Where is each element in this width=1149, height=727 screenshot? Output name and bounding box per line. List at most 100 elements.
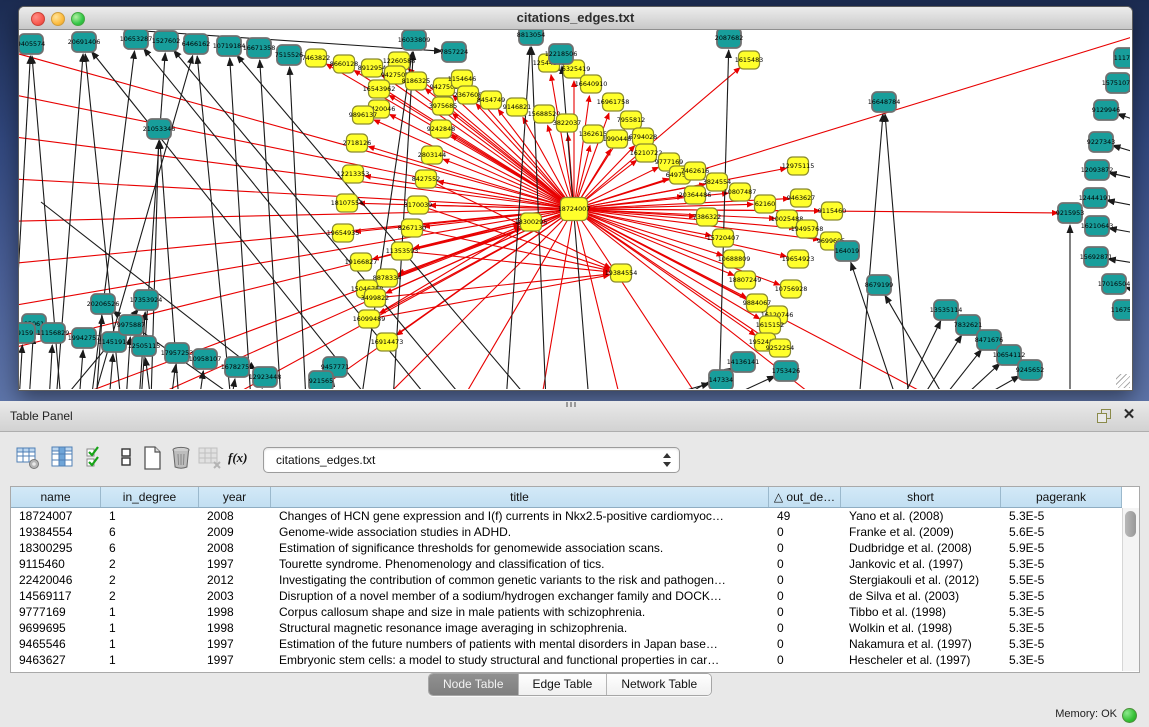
graph-node[interactable]: 12213353 <box>337 165 370 183</box>
column-header-name[interactable]: name <box>11 487 101 507</box>
graph-node[interactable]: 9245652 <box>1016 360 1044 380</box>
table-row[interactable]: 1456911722003Disruption of a novel membe… <box>11 588 1122 604</box>
graph-node[interactable]: 1615152 <box>756 316 784 334</box>
splitter-handle[interactable] <box>566 402 576 407</box>
graph-node[interactable]: 1167533 <box>1111 300 1130 320</box>
graph-node[interactable]: 19384554 <box>605 264 638 282</box>
graph-node[interactable]: 9463627 <box>787 189 815 207</box>
citation-network-graph[interactable]: 1872400774638228660128891295412260588942… <box>19 30 1130 389</box>
table-row[interactable]: 1872400712008Changes of HCN gene express… <box>11 508 1122 524</box>
window-resize-grip[interactable] <box>1116 374 1130 388</box>
graph-node[interactable]: 10958107 <box>189 349 222 369</box>
graph-node[interactable]: 3170039 <box>404 196 432 214</box>
graph-node[interactable]: 12923448 <box>249 367 282 387</box>
column-header-year[interactable]: year <box>199 487 271 507</box>
graph-node[interactable]: 20206526 <box>87 294 120 314</box>
graph-node[interactable]: 16210643 <box>1081 216 1114 236</box>
graph-node[interactable]: 9896137 <box>349 106 377 124</box>
graph-node[interactable]: 9975887 <box>117 315 145 335</box>
graph-node[interactable]: 10719184 <box>213 36 246 56</box>
graph-node[interactable]: 19654923 <box>782 250 815 268</box>
graph-node[interactable]: 12975115 <box>782 157 815 175</box>
table-row[interactable]: 969969511998Structural magnetic resonanc… <box>11 620 1122 636</box>
graph-node[interactable]: 11156829 <box>37 323 70 343</box>
graph-node[interactable]: 16961758 <box>597 93 630 111</box>
table-scrollbar[interactable] <box>1122 508 1139 671</box>
graph-node[interactable]: 9227343 <box>1087 132 1115 152</box>
column-header-in_degree[interactable]: in_degree <box>101 487 199 507</box>
window-titlebar[interactable]: citations_edges.txt <box>19 7 1132 30</box>
graph-node[interactable]: 1527602 <box>152 31 180 51</box>
table-row[interactable]: 1938455462009Genome-wide association stu… <box>11 524 1122 540</box>
column-header-title[interactable]: title <box>271 487 769 507</box>
table-row[interactable]: 1830029562008Estimation of significance … <box>11 540 1122 556</box>
new-table-icon[interactable] <box>140 445 166 471</box>
graph-node[interactable]: 39159 <box>19 323 35 343</box>
graph-node[interactable]: 18724007 <box>558 198 591 221</box>
column-header-out_de[interactable]: △ out_de… <box>769 487 841 507</box>
table-settings-icon[interactable] <box>15 445 41 471</box>
graph-node[interactable]: 147334 <box>709 370 733 389</box>
graph-node[interactable]: 8660128 <box>330 55 358 73</box>
graph-node[interactable]: 7515526 <box>275 45 303 65</box>
graph-node[interactable]: 14136141 <box>727 352 760 372</box>
graph-node[interactable]: 16033809 <box>398 30 431 50</box>
graph-node[interactable]: 1615483 <box>735 51 763 69</box>
graph-node[interactable]: 9405574 <box>19 34 45 54</box>
close-panel-icon[interactable]: ✕ <box>1121 407 1137 423</box>
select-all-rows-icon[interactable] <box>84 445 110 471</box>
graph-node[interactable]: 7386322 <box>693 208 721 226</box>
graph-node[interactable]: 111725 <box>1114 48 1130 68</box>
graph-node[interactable]: 16671358 <box>243 38 276 58</box>
tab-node-table[interactable]: Node Table <box>429 674 519 695</box>
graph-node[interactable]: 2803144 <box>418 146 446 164</box>
column-header-pagerank[interactable]: pagerank <box>1001 487 1122 507</box>
graph-node[interactable]: 8186325 <box>402 72 430 90</box>
graph-node[interactable]: 16914473 <box>371 333 404 351</box>
graph-node[interactable]: 16648784 <box>868 92 901 112</box>
graph-node[interactable]: 8679199 <box>865 275 893 295</box>
graph-node[interactable]: 9129946 <box>1092 100 1120 120</box>
graph-node[interactable]: 2087682 <box>715 30 743 48</box>
tab-edge-table[interactable]: Edge Table <box>519 674 608 695</box>
graph-node[interactable]: 3822037 <box>553 114 581 132</box>
column-header-short[interactable]: short <box>841 487 1001 507</box>
graph-node[interactable]: 19654935 <box>327 224 360 242</box>
graph-node[interactable]: 7857224 <box>440 42 468 62</box>
graph-node[interactable]: 8427552 <box>412 170 440 188</box>
select-columns-icon[interactable] <box>50 445 76 471</box>
graph-node[interactable]: 8267130 <box>398 219 426 237</box>
graph-node[interactable]: 12093872 <box>1081 160 1114 180</box>
table-selector-dropdown[interactable]: citations_edges.txt <box>263 447 680 473</box>
tab-network-table[interactable]: Network Table <box>607 674 711 695</box>
graph-node[interactable]: 8454749 <box>477 91 505 109</box>
graph-node[interactable]: 921565 <box>309 371 333 389</box>
graph-node[interactable]: 19166827 <box>345 253 378 271</box>
graph-node[interactable]: 10756928 <box>775 280 808 298</box>
graph-node[interactable]: 6466162 <box>182 34 210 54</box>
graph-node[interactable]: 7955812 <box>617 111 645 129</box>
table-row[interactable]: 977716911998Corpus callosum shape and si… <box>11 604 1122 620</box>
table-row[interactable]: 946554611997Estimation of the future num… <box>11 636 1122 652</box>
graph-node[interactable]: 17016504 <box>1098 274 1130 294</box>
graph-node[interactable]: 3975685 <box>429 97 457 115</box>
graph-node[interactable]: 20691406 <box>68 32 101 52</box>
graph-node[interactable]: 9115460 <box>818 202 846 220</box>
scrollbar-thumb[interactable] <box>1125 511 1136 537</box>
table-row[interactable]: 911546021997Tourette syndrome. Phenomeno… <box>11 556 1122 572</box>
row-height-icon[interactable] <box>114 445 140 471</box>
graph-node[interactable]: 3499822 <box>361 289 389 307</box>
graph-node[interactable]: 9215953 <box>1056 203 1084 223</box>
graph-node[interactable]: 164019 <box>835 241 859 261</box>
graph-node[interactable]: 1990448 <box>603 130 631 148</box>
table-row[interactable]: 946362711997Embryonic stem cells: a mode… <box>11 652 1122 668</box>
graph-node[interactable]: 11353593 <box>386 242 419 260</box>
graph-node[interactable]: 12218506 <box>545 44 578 64</box>
function-builder-icon[interactable]: f(x) <box>228 445 254 471</box>
graph-node[interactable]: 7463822 <box>302 49 330 67</box>
graph-node[interactable]: 9252254 <box>766 339 794 357</box>
graph-node[interactable]: 15751074 <box>1102 73 1130 93</box>
graph-node[interactable]: 6794028 <box>629 128 657 146</box>
graph-node[interactable]: 12444191 <box>1079 188 1112 208</box>
graph-node[interactable]: 12505115 <box>128 336 161 356</box>
